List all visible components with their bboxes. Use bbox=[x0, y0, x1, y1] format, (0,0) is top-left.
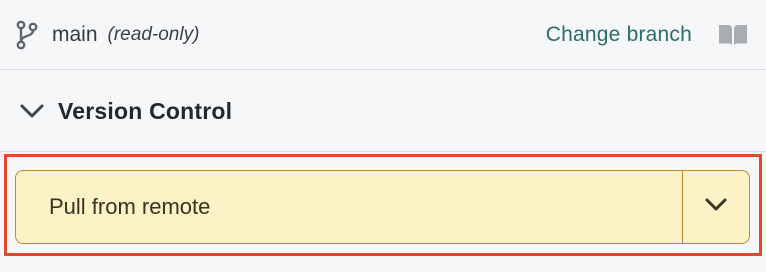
section-title: Version Control bbox=[58, 97, 233, 124]
book-icon[interactable] bbox=[716, 21, 750, 49]
action-dropdown-button[interactable] bbox=[683, 171, 749, 243]
chevron-down-icon[interactable] bbox=[16, 98, 48, 124]
change-branch-link[interactable]: Change branch bbox=[546, 23, 692, 47]
branch-bar: main (read-only) Change branch bbox=[0, 0, 766, 70]
version-control-header[interactable]: Version Control bbox=[0, 71, 766, 152]
branch-mode-label: (read-only) bbox=[107, 23, 200, 45]
branch-name: main bbox=[52, 22, 98, 46]
pull-from-remote-button[interactable]: Pull from remote bbox=[16, 171, 682, 243]
pull-split-button: Pull from remote bbox=[15, 170, 750, 244]
git-branch-icon bbox=[14, 19, 40, 51]
chevron-down-icon bbox=[704, 197, 728, 218]
pull-button-label: Pull from remote bbox=[49, 194, 211, 219]
